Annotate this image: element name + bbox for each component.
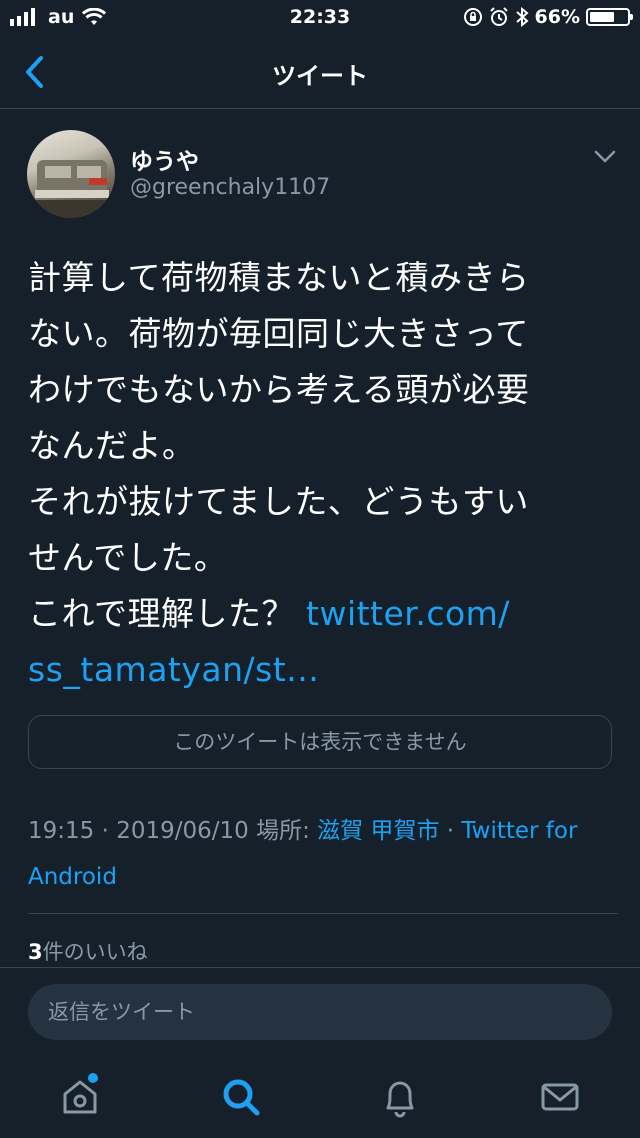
tweet-line: せんでした。 bbox=[28, 538, 228, 577]
home-icon[interactable] bbox=[55, 1072, 105, 1122]
tweet-line: それが抜けてました、どうもすい bbox=[28, 482, 529, 521]
page-title: ツイート bbox=[272, 62, 368, 90]
likes-label: 件のいいね bbox=[42, 940, 148, 964]
author-name[interactable]: ゆうや bbox=[130, 142, 199, 176]
status-right: 66% bbox=[463, 6, 633, 28]
notifications-icon[interactable] bbox=[375, 1072, 425, 1122]
divider bbox=[28, 913, 618, 914]
location-link[interactable]: 滋賀 甲賀市 bbox=[317, 818, 439, 844]
nav-bar: ツイート bbox=[0, 36, 640, 109]
battery-percent: 66% bbox=[534, 6, 580, 28]
tab-bar bbox=[0, 1060, 640, 1138]
rotation-lock-icon bbox=[463, 8, 482, 26]
tweet-meta: 19:15 · 2019/06/10 場所: 滋賀 甲賀市 · Twitter … bbox=[28, 808, 618, 900]
divider bbox=[0, 967, 640, 968]
messages-icon[interactable] bbox=[535, 1072, 585, 1122]
quoted-tweet-unavailable[interactable]: このツイートは表示できません bbox=[28, 715, 612, 769]
source-link-continued[interactable]: Android bbox=[28, 854, 618, 900]
search-icon[interactable] bbox=[216, 1072, 266, 1122]
battery-icon bbox=[586, 8, 633, 26]
reply-input[interactable]: 返信をツイート bbox=[28, 984, 612, 1040]
author-handle[interactable]: @greenchaly1107 bbox=[130, 175, 330, 200]
source-separator: · bbox=[446, 818, 455, 844]
avatar-image bbox=[27, 160, 115, 218]
likes-summary[interactable]: 3件のいいね bbox=[28, 936, 148, 966]
tweet-line-with-link: これで理解した？ twitter.com/ bbox=[28, 586, 618, 642]
tweet-line: 計算して荷物積まないと積みきら bbox=[28, 258, 530, 297]
likes-count: 3 bbox=[28, 940, 43, 964]
meta-line-1: 19:15 · 2019/06/10 場所: 滋賀 甲賀市 · Twitter … bbox=[28, 808, 618, 854]
tweet-link-continued[interactable]: ss_tamatyan/st... bbox=[28, 642, 618, 698]
location-label: 場所: bbox=[256, 818, 310, 844]
tweet-line: ない。荷物が毎回同じ大きさって bbox=[28, 314, 529, 353]
bluetooth-icon bbox=[515, 7, 529, 27]
status-bar: au 22:33 66% bbox=[0, 0, 640, 36]
tweet-text: 計算して荷物積まないと積みきら ない。荷物が毎回同じ大きさって わけでもないから… bbox=[28, 250, 618, 698]
tweet-line: これで理解した？ bbox=[28, 594, 296, 633]
battery-level bbox=[590, 12, 614, 22]
source-link[interactable]: Twitter for bbox=[461, 818, 577, 844]
avatar[interactable] bbox=[27, 130, 115, 218]
notification-dot bbox=[88, 1073, 98, 1083]
timestamp: 19:15 · 2019/06/10 bbox=[28, 818, 249, 844]
chevron-down-icon[interactable] bbox=[594, 150, 616, 164]
alarm-icon bbox=[489, 7, 508, 26]
tweet-line: なんだよ。 bbox=[28, 426, 196, 465]
tweet-link[interactable]: twitter.com/ bbox=[306, 594, 510, 633]
tweet-line: わけでもないから考える頭が必要 bbox=[28, 370, 530, 409]
